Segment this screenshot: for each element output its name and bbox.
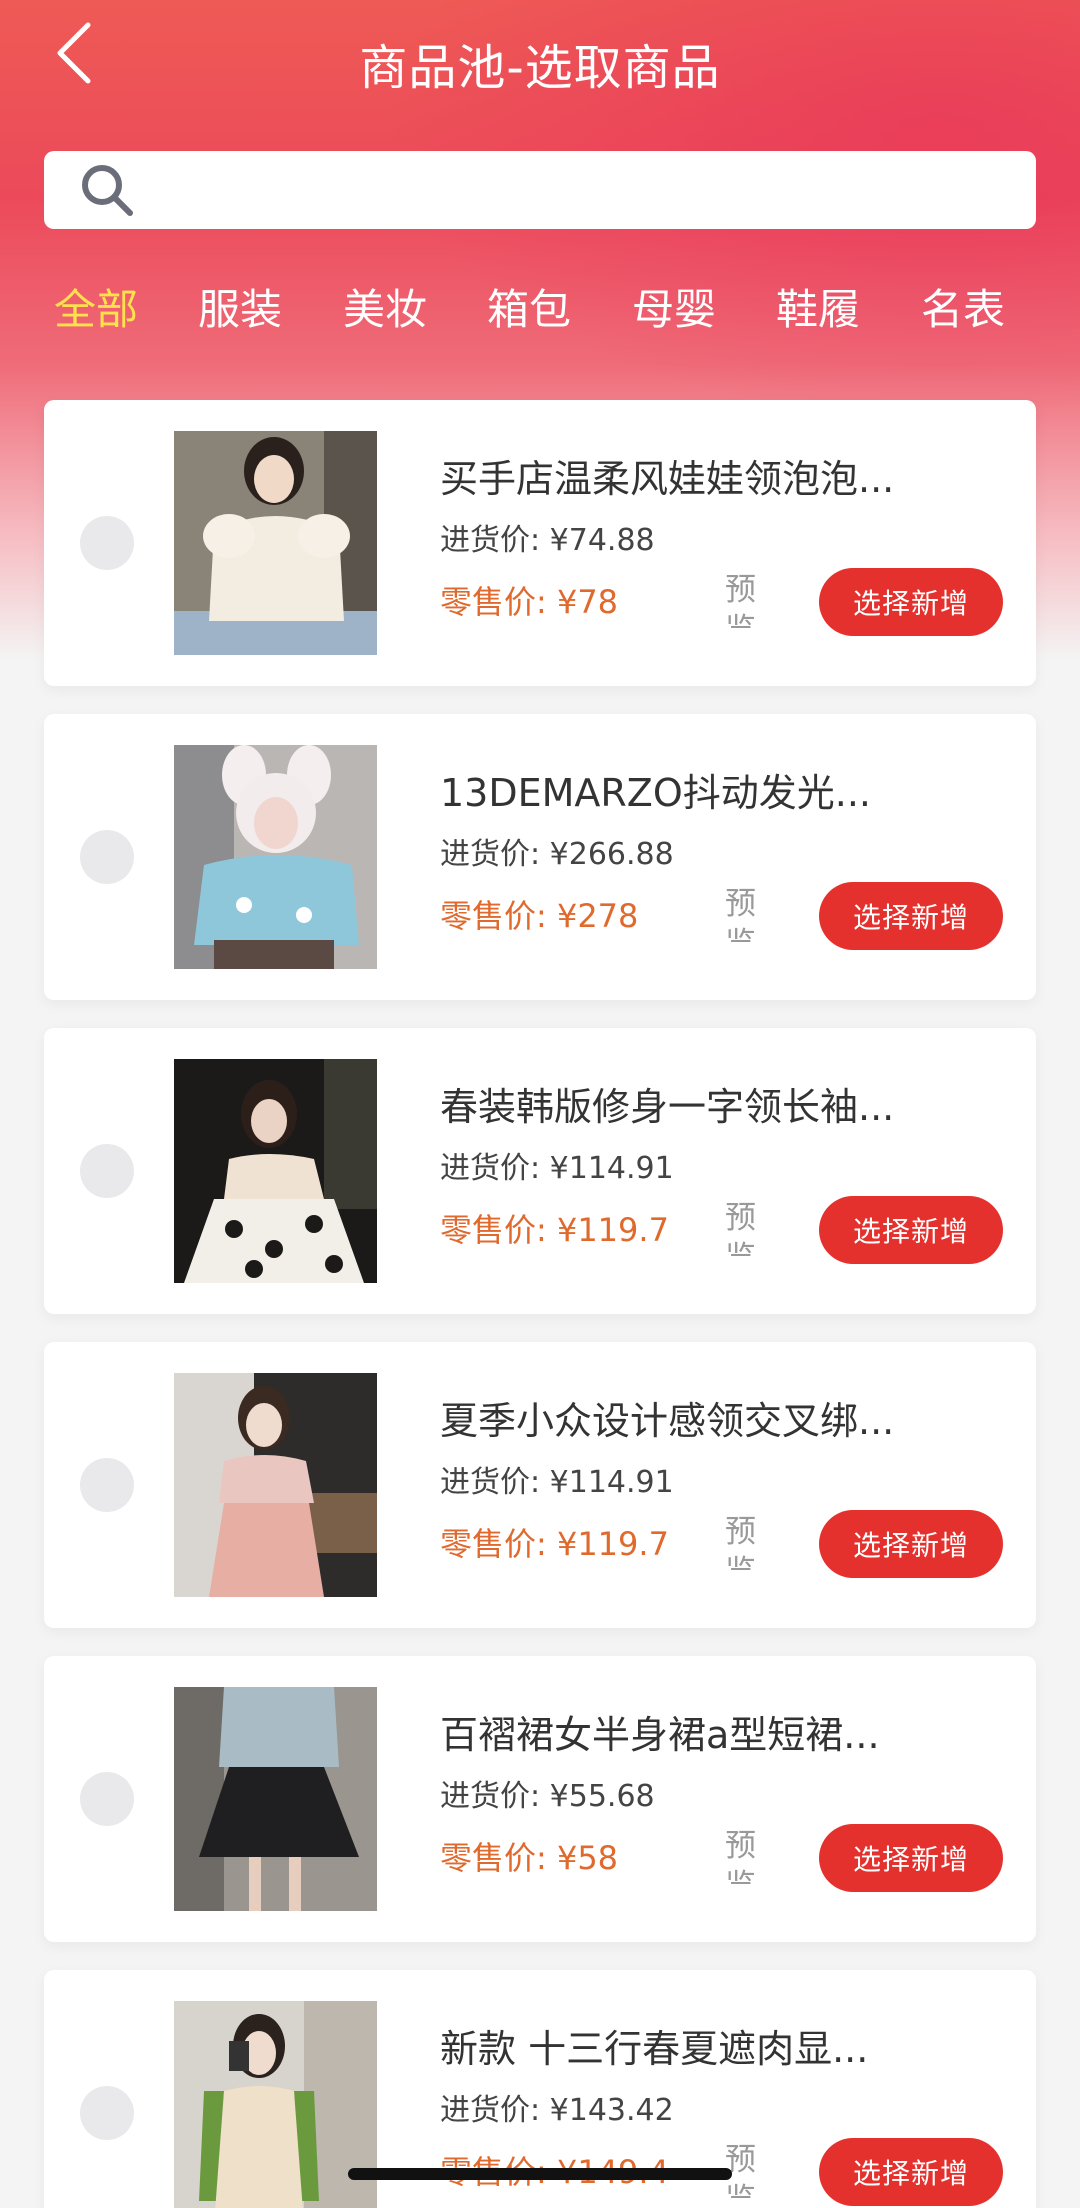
- product-name: 百褶裙女半身裙a型短裙...: [440, 1713, 880, 1757]
- search-bar[interactable]: [44, 151, 1036, 229]
- category-tabs: 全部 服装 美妆 箱包 母婴 鞋履 名表: [54, 280, 1034, 340]
- tab-all[interactable]: 全部: [54, 280, 138, 340]
- product-image[interactable]: [174, 431, 377, 655]
- product-name: 春装韩版修身一字领长袖...: [440, 1085, 895, 1129]
- product-image[interactable]: [174, 1373, 377, 1597]
- product-image[interactable]: [174, 1687, 377, 1911]
- tab-shoes[interactable]: 鞋履: [776, 280, 860, 340]
- preview-link[interactable]: 预览: [725, 570, 761, 628]
- tab-bags[interactable]: 箱包: [487, 280, 571, 340]
- preview-link[interactable]: 预览: [725, 1198, 761, 1256]
- search-icon: [78, 161, 136, 219]
- top-bar: 商品池-选取商品: [0, 0, 1080, 130]
- preview-link[interactable]: 预览: [725, 1826, 761, 1884]
- product-name: 买手店温柔风娃娃领泡泡...: [440, 457, 895, 501]
- retail-price: 零售价: ¥119.7: [440, 1211, 669, 1249]
- cost-price: 进货价: ¥143.42: [440, 2093, 674, 2128]
- retail-price: 零售价: ¥78: [440, 583, 619, 621]
- select-radio[interactable]: [80, 830, 134, 884]
- product-card: 买手店温柔风娃娃领泡泡... 进货价: ¥74.88 零售价: ¥78 预览 选…: [44, 400, 1036, 686]
- select-radio[interactable]: [80, 2086, 134, 2140]
- product-name: 新款 十三行春夏遮肉显...: [440, 2027, 869, 2071]
- product-name: 夏季小众设计感领交叉绑...: [440, 1399, 895, 1443]
- product-image[interactable]: [174, 1059, 377, 1283]
- product-card: 百褶裙女半身裙a型短裙... 进货价: ¥55.68 零售价: ¥58 预览 选…: [44, 1656, 1036, 1942]
- retail-price: 零售价: ¥119.7: [440, 1525, 669, 1563]
- tab-beauty[interactable]: 美妆: [343, 280, 427, 340]
- cost-price: 进货价: ¥74.88: [440, 523, 655, 558]
- home-indicator[interactable]: [348, 2168, 732, 2180]
- tab-watches[interactable]: 名表: [921, 280, 1005, 340]
- cost-price: 进货价: ¥114.91: [440, 1465, 674, 1500]
- retail-price: 零售价: ¥58: [440, 1839, 619, 1877]
- preview-link[interactable]: 预览: [725, 1512, 761, 1570]
- select-radio[interactable]: [80, 1144, 134, 1198]
- product-card: 13DEMARZO抖动发光... 进货价: ¥266.88 零售价: ¥278 …: [44, 714, 1036, 1000]
- select-add-button[interactable]: 选择新增: [819, 1824, 1003, 1892]
- select-add-button[interactable]: 选择新增: [819, 1510, 1003, 1578]
- cost-price: 进货价: ¥266.88: [440, 837, 674, 872]
- page-title: 商品池-选取商品: [359, 40, 721, 96]
- product-card: 夏季小众设计感领交叉绑... 进货价: ¥114.91 零售价: ¥119.7 …: [44, 1342, 1036, 1628]
- product-pool-page: 商品池-选取商品 全部 服装 美妆 箱包 母婴 鞋履 名表 买手店温柔风娃娃领泡…: [0, 0, 1080, 2208]
- preview-link[interactable]: 预览: [725, 884, 761, 942]
- select-add-button[interactable]: 选择新增: [819, 882, 1003, 950]
- select-radio[interactable]: [80, 516, 134, 570]
- retail-price: 零售价: ¥278: [440, 897, 639, 935]
- search-input[interactable]: [148, 159, 1016, 221]
- product-image[interactable]: [174, 745, 377, 969]
- select-add-button[interactable]: 选择新增: [819, 2138, 1003, 2206]
- select-add-button[interactable]: 选择新增: [819, 568, 1003, 636]
- tab-mother-baby[interactable]: 母婴: [632, 280, 716, 340]
- cost-price: 进货价: ¥55.68: [440, 1779, 655, 1814]
- product-card: 春装韩版修身一字领长袖... 进货价: ¥114.91 零售价: ¥119.7 …: [44, 1028, 1036, 1314]
- cost-price: 进货价: ¥114.91: [440, 1151, 674, 1186]
- product-image[interactable]: [174, 2001, 377, 2208]
- select-add-button[interactable]: 选择新增: [819, 1196, 1003, 1264]
- tab-clothing[interactable]: 服装: [198, 280, 282, 340]
- product-name: 13DEMARZO抖动发光...: [440, 771, 871, 815]
- select-radio[interactable]: [80, 1458, 134, 1512]
- select-radio[interactable]: [80, 1772, 134, 1826]
